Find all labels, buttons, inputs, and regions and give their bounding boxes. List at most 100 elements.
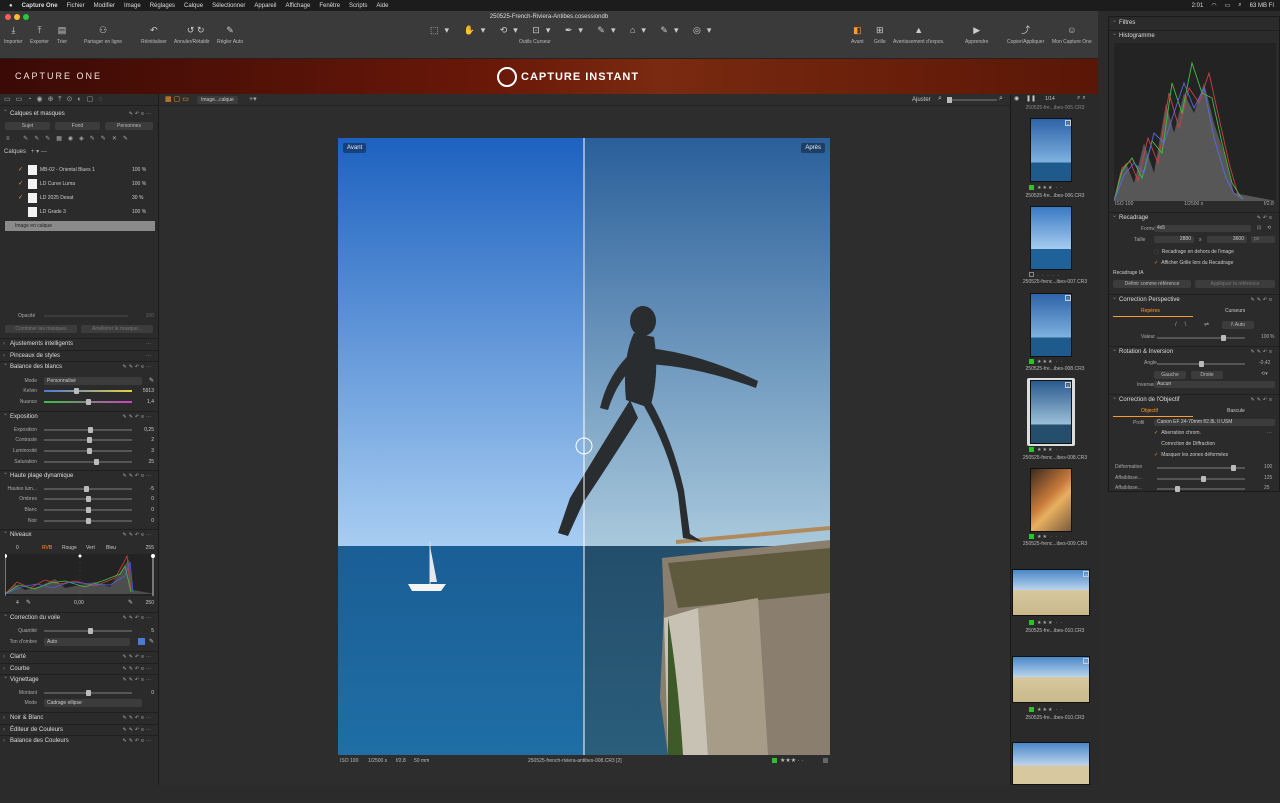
rating-stars[interactable]: ★★★ · · (1029, 707, 1064, 713)
chromatic-aberration-checkbox[interactable]: ✓ Aberration chrom. (1154, 430, 1201, 436)
white-slider[interactable] (44, 506, 132, 513)
more-icon[interactable]: ⋯ (146, 353, 153, 359)
checkmark-icon[interactable]: ✓ (18, 208, 23, 215)
thumbnail-image[interactable] (1012, 742, 1090, 785)
checkmark-icon[interactable]: ✓ (18, 180, 23, 187)
view-mode-icons[interactable]: ▦▢▭ (165, 95, 191, 103)
section-actions-icon[interactable]: ✎✎↶≡ (1251, 295, 1275, 306)
slider-knob[interactable] (87, 436, 92, 443)
menu-modifier[interactable]: Modifier (94, 3, 115, 9)
menu-appareil[interactable]: Appareil (254, 3, 276, 9)
eye-icon[interactable]: ◉ (1014, 95, 1019, 102)
reset-button[interactable]: ↶ Réinitialiser (141, 25, 167, 45)
slider-knob[interactable] (86, 506, 91, 513)
apple-icon[interactable]: ● (9, 3, 13, 9)
lens-profile-select[interactable]: Canon EF 24-70mm f/2.8L II USM (1154, 419, 1275, 426)
menu-app[interactable]: Capture One (22, 3, 58, 9)
section-actions-icon[interactable]: ✎✎↶≡⋯ (123, 473, 154, 479)
menu-fichier[interactable]: Fichier (67, 3, 85, 9)
section-exposure[interactable]: Exposition✎✎↶≡⋯ (0, 410, 159, 422)
menu-reglages[interactable]: Réglages (150, 3, 175, 9)
zoom-window-button[interactable] (23, 14, 29, 20)
crop-format-select[interactable]: 4x5 (1154, 225, 1251, 232)
crop-grid-checkbox[interactable]: ✓ Afficher Grille lors du Recadrage (1154, 260, 1233, 266)
lens-tab-lens[interactable]: Objectif (1141, 408, 1158, 414)
section-actions-icon[interactable]: ✎✎↶≡ (1251, 347, 1275, 358)
slider-knob[interactable] (84, 485, 89, 492)
distortion-slider[interactable] (1157, 465, 1245, 471)
thumbnail-image[interactable] (1030, 118, 1072, 182)
image-layer-row[interactable]: Image en calque (5, 221, 155, 231)
section-histogram[interactable]: Histogramme (1109, 29, 1279, 41)
grid-button[interactable]: ⊞ Grille (874, 25, 886, 45)
checkmark-icon[interactable]: ✓ (18, 166, 23, 173)
color-tag[interactable] (772, 757, 777, 763)
eyedropper-icon[interactable]: ✎ (128, 599, 133, 606)
eyedropper-icon[interactable]: ✎ (149, 638, 154, 645)
slider-knob[interactable] (947, 97, 952, 103)
menu-calque[interactable]: Calque (184, 3, 203, 9)
thumbnail-image[interactable] (1030, 206, 1072, 270)
slider-knob[interactable] (1201, 476, 1206, 482)
diffraction-checkbox[interactable]: ✓Correction de Diffraction (1154, 441, 1215, 447)
slider-knob[interactable] (1175, 486, 1180, 492)
slider-knob[interactable] (1199, 361, 1204, 367)
rating-stars[interactable]: · · · · · (1029, 272, 1060, 279)
slider-knob[interactable] (94, 458, 99, 465)
export-button[interactable]: ⤒ Exporter (30, 25, 49, 45)
exposure-slider[interactable] (44, 426, 132, 433)
nuance-slider[interactable] (44, 398, 132, 405)
section-rotation[interactable]: Rotation & Inversion✎✎↶≡ (1109, 345, 1279, 358)
search-icon[interactable]: ⌕ (1238, 2, 1241, 9)
mask-people-button[interactable]: Personnes (105, 122, 153, 130)
zoom-in-icon[interactable]: ⌕ (999, 95, 1003, 103)
wb-mode-select[interactable]: Personnalisé (44, 376, 142, 385)
lock-icon[interactable]: ⊡ (1257, 225, 1261, 231)
mask-tools-row[interactable]: ≡ ✎✎✎▦◉◈✎✎✕✎ (0, 133, 159, 144)
import-button[interactable]: ⤓ Importer (4, 25, 23, 45)
slider-knob[interactable] (1231, 465, 1236, 471)
perspective-tab-sliders[interactable]: Curseurs (1225, 308, 1245, 314)
shadows-slider[interactable] (44, 495, 132, 502)
copy-apply-button[interactable]: ⤴ Copier/Appliquer (1007, 25, 1044, 45)
section-smart-adjustments[interactable]: Ajustements intelligents⋯ (0, 338, 159, 349)
vignette-amount-slider[interactable] (44, 689, 132, 696)
slider-knob[interactable] (86, 689, 91, 696)
section-haze[interactable]: Correction du voile✎✎↶≡⋯ (0, 611, 159, 623)
zoom-slider[interactable] (947, 97, 997, 103)
section-actions-icon[interactable]: ✎✎↶≡⋯ (123, 727, 154, 733)
section-vignetting[interactable]: Vignettage✎✎↶≡⋯ (0, 673, 159, 685)
sort-button[interactable]: ▤ Trier (57, 25, 67, 45)
section-lens-correction[interactable]: Correction de l'Objectif✎✎↶≡ (1109, 393, 1279, 405)
checkmark-icon[interactable]: ✓ (18, 194, 23, 201)
minimize-window-button[interactable] (14, 14, 20, 20)
section-style-brushes[interactable]: Pinceaux de styles⋯ (0, 350, 159, 361)
section-filters[interactable]: Filtres (1109, 16, 1279, 29)
section-actions-icon[interactable]: ✎✎↶≡⋯ (123, 364, 154, 370)
opacity-slider[interactable] (44, 314, 128, 317)
slider-knob[interactable] (88, 426, 93, 433)
battery-icon[interactable]: ▭ (1225, 2, 1231, 9)
rating-stars[interactable]: ★★★ · · (1029, 447, 1064, 453)
levels-histogram[interactable] (5, 554, 155, 596)
layer-view-select[interactable]: Image...calque (197, 96, 238, 104)
haze-tone-select[interactable]: Auto (44, 637, 130, 646)
rotate-left-button[interactable]: Gauche (1154, 371, 1186, 379)
eyedropper-icon[interactable]: ✎ (149, 377, 154, 384)
highlights-slider[interactable] (44, 485, 132, 492)
account-button[interactable]: ☺ Mon Capture One (1052, 25, 1092, 45)
perspective-value-slider[interactable] (1157, 335, 1245, 341)
auto-adjust-button[interactable]: ✎ Régler Auto (217, 25, 243, 45)
levels-tab-blue[interactable]: Bleu (106, 545, 116, 551)
contrast-slider[interactable] (44, 436, 132, 443)
menu-aide[interactable]: Aide (376, 3, 388, 9)
section-black-white[interactable]: Noir & Blanc✎✎↶≡⋯ (0, 712, 159, 723)
levels-tab-red[interactable]: Rouge (62, 545, 77, 551)
rotate-right-button[interactable]: Droite (1191, 371, 1223, 379)
thumbnail-image[interactable] (1030, 468, 1072, 532)
menu-scripts[interactable]: Scripts (349, 3, 367, 9)
add-icon[interactable]: +▾ (249, 95, 257, 103)
add-layer-icon[interactable]: + ▾ — (31, 148, 47, 155)
black-slider[interactable] (44, 517, 132, 524)
section-actions-icon[interactable]: ✎✎↶≡⋯ (123, 532, 154, 538)
